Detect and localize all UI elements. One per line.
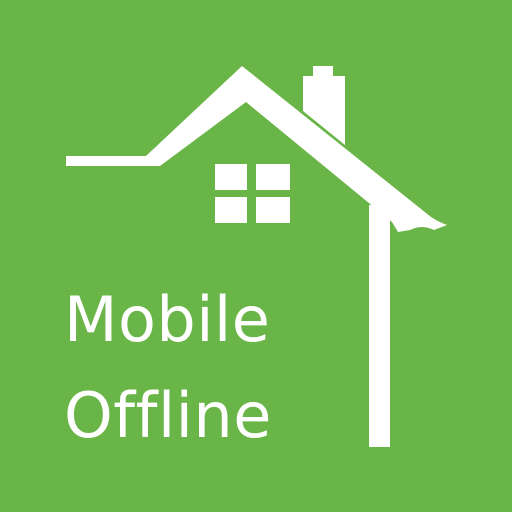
window-icon bbox=[215, 164, 290, 223]
app-icon[interactable]: Mobile Offline bbox=[0, 0, 512, 512]
icon-label-line-1: Mobile bbox=[64, 283, 271, 356]
icon-label-line-2: Offline bbox=[64, 379, 272, 452]
wall-post bbox=[369, 205, 390, 447]
